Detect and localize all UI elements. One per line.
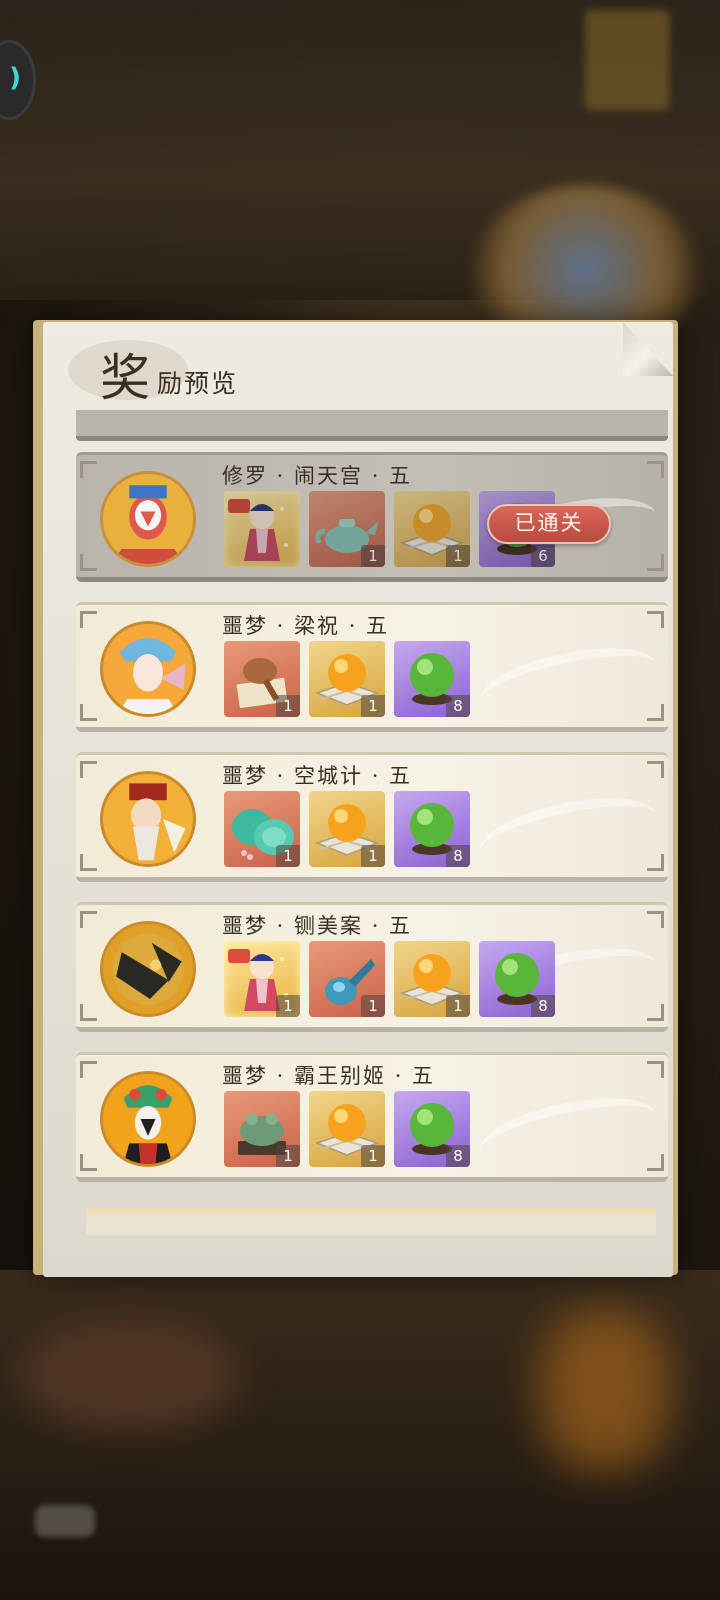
frame-corner bbox=[647, 554, 664, 571]
frame-corner bbox=[647, 761, 664, 778]
reward-count: 1 bbox=[276, 1145, 300, 1167]
stage-name: 噩梦 · 空城计 · 五 bbox=[222, 764, 413, 788]
frame-corner bbox=[647, 461, 664, 478]
frame-corner bbox=[647, 611, 664, 628]
decoration-swoosh bbox=[473, 634, 663, 732]
reward-item[interactable]: 1 bbox=[309, 941, 385, 1017]
frame-corner bbox=[80, 911, 97, 928]
reward-count: 1 bbox=[361, 845, 385, 867]
background-decoration bbox=[20, 1320, 240, 1430]
background-decoration bbox=[540, 1310, 670, 1470]
reward-count: 1 bbox=[361, 545, 385, 567]
frame-corner bbox=[647, 911, 664, 928]
background-decoration bbox=[35, 1505, 95, 1537]
reward-count: 1 bbox=[361, 1145, 385, 1167]
list-item[interactable]: 噩梦 · 霸王别姬 · 五 1 1 8 bbox=[76, 1052, 668, 1182]
frame-corner bbox=[80, 761, 97, 778]
frame-corner bbox=[80, 1061, 97, 1078]
frame-corner bbox=[647, 704, 664, 721]
frame-corner bbox=[80, 554, 97, 571]
reward-count: 8 bbox=[446, 1145, 470, 1167]
reward-item[interactable]: 8 bbox=[394, 791, 470, 867]
reward-item[interactable]: 1 bbox=[394, 941, 470, 1017]
reward-count: 1 bbox=[446, 995, 470, 1017]
frame-corner bbox=[647, 1004, 664, 1021]
list-item-partial bbox=[76, 410, 668, 441]
frame-corner bbox=[80, 704, 97, 721]
stage-name: 修罗 · 闹天宫 · 五 bbox=[222, 464, 413, 488]
panel-title-char: 奖 bbox=[100, 349, 150, 407]
stage-reward-list[interactable]: 修罗 · 闹天宫 · 五 1 1 6 已通关 噩梦 · 梁祝 · 五 1 1 8 噩梦 ·… bbox=[76, 410, 668, 1235]
reward-item[interactable]: 8 bbox=[394, 641, 470, 717]
frame-corner bbox=[80, 611, 97, 628]
background-decoration bbox=[585, 10, 670, 110]
reward-item[interactable] bbox=[224, 491, 300, 567]
list-item[interactable]: 噩梦 · 梁祝 · 五 1 1 8 bbox=[76, 602, 668, 732]
list-item[interactable]: 噩梦 · 空城计 · 五 1 1 8 bbox=[76, 752, 668, 882]
liang-zhu-opera-character-avatar bbox=[100, 621, 196, 717]
cleared-badge: 已通关 bbox=[487, 504, 611, 544]
frame-corner bbox=[80, 461, 97, 478]
list-item-partial bbox=[86, 1208, 656, 1235]
frame-corner bbox=[647, 1154, 664, 1171]
reward-count: 1 bbox=[276, 995, 300, 1017]
frame-corner bbox=[80, 1004, 97, 1021]
bao-zheng-opera-character-avatar bbox=[100, 921, 196, 1017]
frame-corner bbox=[647, 854, 664, 871]
sun-wukong-opera-mask-avatar bbox=[100, 471, 196, 567]
reward-item[interactable]: 1 bbox=[224, 641, 300, 717]
frame-corner bbox=[647, 1061, 664, 1078]
reward-count: 1 bbox=[276, 845, 300, 867]
reward-count: 1 bbox=[361, 995, 385, 1017]
xiang-yu-opera-character-avatar bbox=[100, 1071, 196, 1167]
reward-count: 1 bbox=[446, 545, 470, 567]
reward-item[interactable]: 1 bbox=[309, 791, 385, 867]
stage-name: 噩梦 · 霸王别姬 · 五 bbox=[222, 1064, 436, 1088]
reward-item[interactable]: 1 bbox=[224, 1091, 300, 1167]
reward-count: 6 bbox=[531, 545, 555, 567]
zhuge-liang-opera-character-avatar bbox=[100, 771, 196, 867]
reward-item[interactable]: 8 bbox=[394, 1091, 470, 1167]
reward-item[interactable]: 1 bbox=[224, 941, 300, 1017]
back-arrow-icon: ) bbox=[9, 63, 21, 93]
list-item[interactable]: 修罗 · 闹天宫 · 五 1 1 6 已通关 bbox=[76, 452, 668, 582]
opera-character-figurine-icon bbox=[228, 499, 288, 561]
frame-corner bbox=[80, 854, 97, 871]
stage-name: 噩梦 · 梁祝 · 五 bbox=[222, 614, 390, 638]
decoration-swoosh bbox=[473, 1084, 663, 1182]
reward-item[interactable]: 1 bbox=[394, 491, 470, 567]
reward-item[interactable]: 1 bbox=[224, 791, 300, 867]
reward-item[interactable]: 1 bbox=[309, 641, 385, 717]
reward-item[interactable]: 1 bbox=[309, 1091, 385, 1167]
panel-title: 励预览 bbox=[157, 369, 239, 398]
stage-name: 噩梦 · 铡美案 · 五 bbox=[222, 914, 413, 938]
reward-item[interactable]: 8 bbox=[479, 941, 555, 1017]
reward-item[interactable]: 1 bbox=[309, 491, 385, 567]
frame-corner bbox=[80, 1154, 97, 1171]
reward-count: 1 bbox=[361, 695, 385, 717]
reward-count: 8 bbox=[446, 845, 470, 867]
reward-count: 8 bbox=[446, 695, 470, 717]
reward-count: 8 bbox=[531, 995, 555, 1017]
list-item[interactable]: 噩梦 · 铡美案 · 五 1 1 1 8 bbox=[76, 902, 668, 1032]
decoration-swoosh bbox=[473, 784, 663, 882]
reward-count: 1 bbox=[276, 695, 300, 717]
